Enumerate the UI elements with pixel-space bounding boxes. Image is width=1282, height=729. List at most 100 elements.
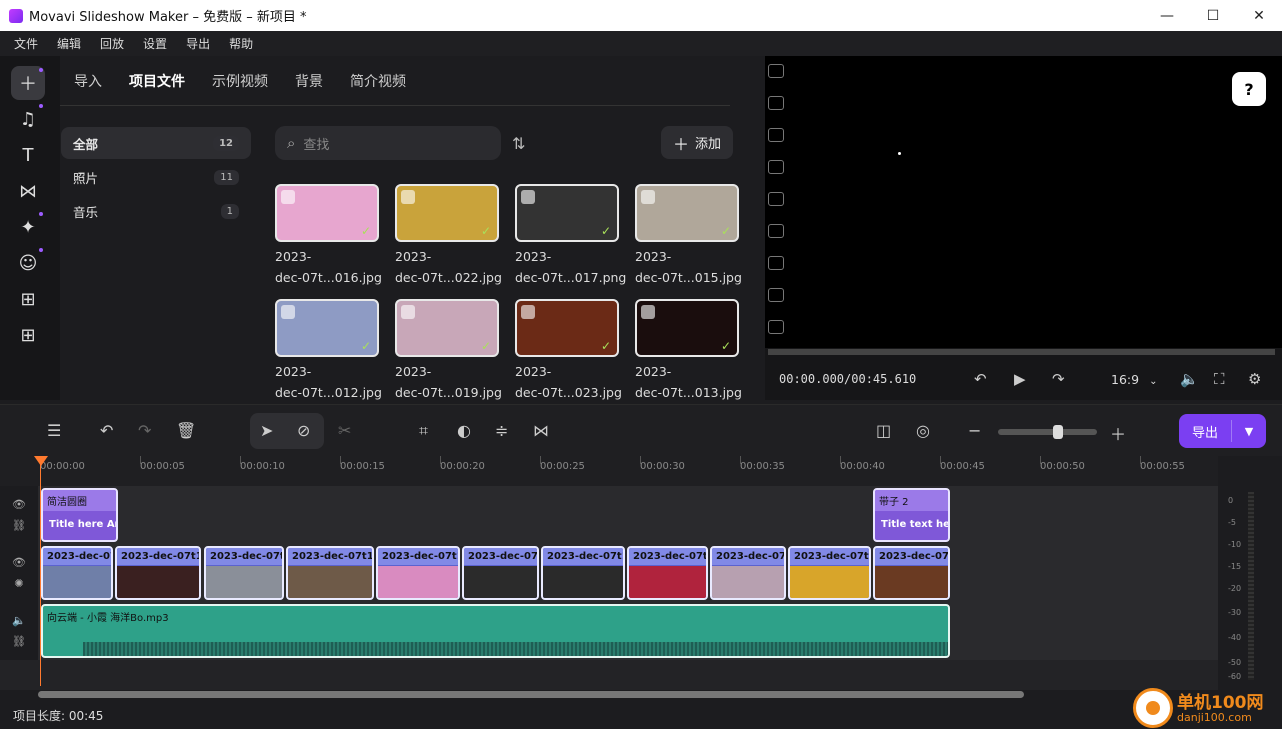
menu-settings[interactable]: 设置 bbox=[135, 35, 175, 52]
play-icon[interactable]: ▶ bbox=[1014, 370, 1026, 388]
video-clip[interactable]: 2023-dec-07 bbox=[41, 546, 113, 600]
playhead[interactable] bbox=[40, 456, 41, 686]
add-label: 添加 bbox=[695, 137, 722, 152]
media-thumbnail[interactable]: ✓ bbox=[515, 299, 619, 357]
sliders-icon[interactable]: ≑ bbox=[495, 421, 508, 440]
link-icon[interactable]: ⛓ bbox=[12, 519, 26, 532]
aspect-ratio-select[interactable]: 16:9 ⌄ bbox=[1111, 372, 1157, 387]
menu-help[interactable]: 帮助 bbox=[221, 35, 261, 52]
search-input[interactable]: ⌕ 查找 bbox=[275, 126, 501, 160]
video-clip[interactable]: 2023-dec-07t11 bbox=[115, 546, 201, 600]
add-track-icon[interactable]: ☰ bbox=[47, 421, 61, 440]
redo-icon[interactable]: ↷ bbox=[138, 421, 151, 440]
category-all[interactable]: 全部 12 bbox=[61, 127, 251, 159]
export-button[interactable]: 导出 ▼ bbox=[1179, 414, 1266, 448]
menu-edit[interactable]: 编辑 bbox=[49, 35, 89, 52]
maximize-button[interactable]: ☐ bbox=[1190, 0, 1236, 31]
effects-icon[interactable]: ✺ bbox=[14, 577, 23, 590]
scissors-icon[interactable]: ✂ bbox=[338, 421, 351, 440]
media-thumbnail[interactable]: ✓ bbox=[275, 184, 379, 242]
timeline-ruler[interactable]: 00:00:00 00:00:05 00:00:10 00:00:15 00:00:20… bbox=[0, 456, 1218, 486]
media-thumbnail[interactable]: ✓ bbox=[515, 184, 619, 242]
zoom-slider[interactable] bbox=[998, 429, 1097, 435]
tab-project-files[interactable]: 项目文件 bbox=[129, 71, 185, 91]
media-thumbnail[interactable]: ✓ bbox=[275, 299, 379, 357]
menu-export[interactable]: 导出 bbox=[178, 35, 218, 52]
stickers-tool[interactable]: ☺ bbox=[11, 246, 45, 280]
titles-tool[interactable]: T bbox=[11, 138, 45, 172]
video-clip[interactable]: 2023-dec-07t bbox=[873, 546, 950, 600]
category-music[interactable]: 音乐 1 bbox=[61, 195, 251, 227]
crop-icon[interactable]: ⌗ bbox=[419, 421, 428, 441]
preview-scrubber[interactable] bbox=[768, 349, 1275, 355]
app-icon bbox=[9, 8, 23, 23]
tab-backgrounds[interactable]: 背景 bbox=[295, 71, 323, 91]
volume-icon[interactable]: 🔈 bbox=[1180, 370, 1199, 388]
watermark-logo-icon bbox=[1133, 688, 1173, 728]
step-back-icon[interactable]: ↶ bbox=[974, 370, 987, 388]
transitions-tool[interactable]: ⋈ bbox=[11, 174, 45, 208]
help-button[interactable]: ? bbox=[1232, 72, 1266, 106]
split-audio-icon[interactable]: ◫ bbox=[876, 421, 891, 440]
unlink-icon[interactable]: ⛓ bbox=[12, 635, 26, 648]
playhead-handle[interactable] bbox=[34, 456, 48, 466]
ruler-label: 00:00:25 bbox=[540, 461, 585, 472]
video-clip-name: 2023-dec-07 bbox=[712, 548, 784, 565]
chevron-down-icon[interactable]: ▼ bbox=[1232, 425, 1266, 438]
image-type-icon bbox=[521, 190, 535, 204]
transition-wizard-icon[interactable]: ⋈ bbox=[533, 421, 549, 440]
filters-tool[interactable]: ✦ bbox=[11, 210, 45, 244]
marker-icon[interactable]: ⊘ bbox=[297, 421, 310, 440]
sort-icon[interactable]: ⇅ bbox=[512, 134, 525, 153]
video-clip[interactable]: 2023-dec-07t1 bbox=[204, 546, 284, 600]
tab-intro-videos[interactable]: 简介视频 bbox=[350, 71, 406, 91]
video-clip[interactable]: 2023-dec-07t1' bbox=[541, 546, 625, 600]
color-adjust-icon[interactable]: ◐ bbox=[457, 421, 471, 440]
music-tool[interactable]: ♫ bbox=[11, 102, 45, 136]
video-clip[interactable]: 2023-dec-07 bbox=[710, 546, 786, 600]
eye-icon[interactable]: 👁 bbox=[12, 498, 26, 511]
checkmark-icon: ✓ bbox=[360, 339, 371, 353]
video-preview[interactable]: ? bbox=[790, 56, 1282, 348]
video-clip[interactable]: 2023-dec-07t1 bbox=[627, 546, 708, 600]
zoom-in-icon[interactable]: ＋ bbox=[1110, 421, 1126, 445]
minimize-button[interactable]: — bbox=[1144, 0, 1190, 31]
media-thumbnail[interactable]: ✓ bbox=[635, 299, 739, 357]
zoom-out-icon[interactable]: − bbox=[968, 421, 981, 440]
undo-icon[interactable]: ↶ bbox=[100, 421, 113, 440]
delete-icon[interactable]: 🗑 bbox=[176, 421, 196, 440]
category-photos[interactable]: 照片 11 bbox=[61, 161, 251, 193]
category-count: 12 bbox=[213, 135, 239, 151]
video-clip[interactable]: 2023-dec-07t1 bbox=[376, 546, 460, 600]
media-filename: 2023- dec-07t...022.jpg bbox=[395, 249, 502, 285]
add-button[interactable]: ＋ 添加 bbox=[661, 126, 733, 159]
select-cursor-icon[interactable]: ➤ bbox=[260, 421, 273, 440]
zoom-slider-handle[interactable] bbox=[1053, 425, 1063, 439]
media-thumbnail[interactable]: ✓ bbox=[635, 184, 739, 242]
more-tools[interactable]: ⊞ bbox=[11, 318, 45, 352]
audio-clip[interactable]: 向云端 - 小霞 海洋Bo.mp3 bbox=[41, 604, 950, 658]
meter-bar bbox=[1248, 492, 1254, 680]
title-clip[interactable]: 带子 2 Title text here bbox=[873, 488, 950, 542]
menu-playback[interactable]: 回放 bbox=[92, 35, 132, 52]
speaker-icon[interactable]: 🔈 bbox=[12, 614, 26, 627]
video-clip[interactable]: 2023-dec-07t11 bbox=[286, 546, 374, 600]
title-clip[interactable]: 简洁圆圈 Title here Am bbox=[41, 488, 118, 542]
settings-gear-icon[interactable]: ⚙ bbox=[1248, 370, 1261, 388]
store-tool[interactable]: ⊞ bbox=[11, 282, 45, 316]
video-clip[interactable]: 2023-dec-07 bbox=[462, 546, 539, 600]
tab-import[interactable]: 导入 bbox=[74, 71, 102, 91]
import-tool[interactable]: ＋ bbox=[11, 66, 45, 100]
menu-file[interactable]: 文件 bbox=[6, 35, 46, 52]
video-clip[interactable]: 2023-dec-07t1' bbox=[788, 546, 871, 600]
fullscreen-icon[interactable]: ⛶ bbox=[1214, 370, 1225, 388]
media-thumbnail[interactable]: ✓ bbox=[395, 184, 499, 242]
record-voice-icon[interactable]: ◎ bbox=[916, 421, 930, 440]
timeline-scrollbar[interactable] bbox=[38, 691, 1024, 698]
media-thumbnail[interactable]: ✓ bbox=[395, 299, 499, 357]
close-button[interactable]: ✕ bbox=[1236, 0, 1282, 31]
tab-sample-videos[interactable]: 示例视频 bbox=[212, 71, 268, 91]
film-hole bbox=[768, 96, 784, 110]
step-forward-icon[interactable]: ↷ bbox=[1052, 370, 1065, 388]
eye-icon[interactable]: 👁 bbox=[12, 556, 26, 569]
